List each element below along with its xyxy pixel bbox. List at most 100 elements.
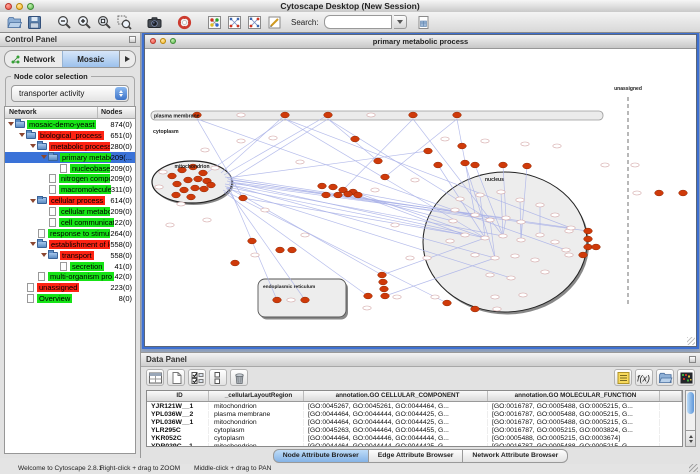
zoom-in-button[interactable]	[75, 13, 93, 31]
tree-expander-icon[interactable]	[29, 199, 37, 203]
table-icon	[148, 371, 163, 385]
column-header[interactable]: annotation.GO CELLULAR_COMPONENT	[304, 391, 488, 401]
table-cell: cytoplasm	[209, 435, 304, 442]
help-button[interactable]	[175, 13, 193, 31]
file-icon	[27, 283, 34, 292]
control-panel-title: Control Panel	[5, 35, 57, 44]
tree-row[interactable]: mosaic-demo-yeast874(0)	[5, 119, 135, 130]
file-icon	[49, 207, 56, 216]
tab-network-attribute-browser[interactable]: Network Attribute Browser	[463, 449, 568, 463]
network-canvas[interactable]: plasma membranecytoplasmmitochondrionnuc…	[145, 49, 696, 346]
network-graph[interactable]: plasma membranecytoplasmmitochondrionnuc…	[145, 49, 694, 346]
import-attributes-button[interactable]	[656, 369, 674, 386]
tab-node-attribute-browser[interactable]: Node Attribute Browser	[273, 449, 369, 463]
tree-row[interactable]: biological_process651(0)	[5, 130, 135, 141]
tree-row[interactable]: transport558(0)	[5, 250, 135, 261]
scrollbar-arrows[interactable]	[686, 430, 695, 446]
window-resize-grip[interactable]	[687, 337, 695, 345]
tree-row[interactable]: secretion41(0)	[5, 261, 135, 272]
tree-expander-icon[interactable]	[7, 122, 15, 126]
tree-row[interactable]: primary metabo209(...	[5, 152, 135, 163]
table-row[interactable]: YPL036W__1mitochondrion[GO:0044464, GO:0…	[147, 418, 682, 426]
tree-row-label: secretion	[70, 262, 104, 271]
tree-row[interactable]: nitrogen compo209(0)	[5, 173, 135, 184]
float-panel-icon[interactable]	[129, 36, 136, 43]
table-row[interactable]: YJR121W__1mitochondrion[GO:0045267, GO:0…	[147, 402, 682, 410]
tree-row[interactable]: multi-organism pro42(0)	[5, 271, 135, 282]
zoom-selected-button[interactable]	[115, 13, 133, 31]
column-header[interactable]: _cellularLayoutRegion	[209, 391, 304, 401]
tree-column-network[interactable]: Network	[5, 107, 98, 118]
network-window-titlebar[interactable]: primary metabolic process	[145, 35, 696, 49]
close-icon[interactable]	[150, 38, 156, 44]
app-resize-grip[interactable]	[689, 463, 698, 472]
maximize-icon[interactable]	[170, 38, 176, 44]
save-session-button[interactable]	[25, 13, 43, 31]
table-scrollbar[interactable]	[685, 390, 696, 447]
select-attributes-button[interactable]	[188, 369, 206, 386]
zoom-out-button[interactable]	[55, 13, 73, 31]
column-header[interactable]: ID	[147, 391, 209, 401]
tab-mosaic[interactable]: Mosaic	[62, 51, 120, 67]
minimize-icon[interactable]	[160, 38, 166, 44]
tree-expander-icon[interactable]	[40, 253, 48, 257]
search-dropdown-button[interactable]	[394, 15, 407, 29]
compartment-label: unassigned	[614, 86, 642, 92]
table-cell: [GO:0016787, GO:0005488, GO:0005215, G..…	[488, 411, 660, 418]
tree-row[interactable]: cell communicat22(0)	[5, 217, 135, 228]
node-color-dropdown-value: transporter activity	[12, 89, 115, 98]
search-input[interactable]	[324, 15, 392, 29]
tab-network[interactable]: Network	[5, 51, 62, 67]
attribute-browser-button[interactable]	[146, 369, 164, 386]
network-tree-header: Network Nodes	[5, 107, 135, 119]
tab-edge-attribute-browser[interactable]: Edge Attribute Browser	[369, 449, 464, 463]
table-cell: [GO:0044464, GO:0044444, GO:0044425, G..…	[304, 411, 488, 418]
layout-button-1[interactable]	[225, 13, 243, 31]
column-header[interactable]: annotation.GO MOLECULAR_FUNCTION	[488, 391, 660, 401]
tree-row[interactable]: response to stimul264(0)	[5, 228, 135, 239]
attribute-list-button[interactable]	[614, 369, 632, 386]
layout-button-2[interactable]	[245, 13, 263, 31]
tree-expander-icon[interactable]	[29, 144, 37, 148]
tree-column-nodes[interactable]: Nodes	[98, 107, 135, 118]
snapshot-button[interactable]	[145, 13, 163, 31]
new-attribute-button[interactable]	[167, 369, 185, 386]
folder-icon	[15, 121, 25, 128]
network-view-window[interactable]: primary metabolic process plasma membran…	[144, 34, 697, 347]
tree-row[interactable]: unassigned223(0)	[5, 282, 135, 293]
more-tabs-button[interactable]	[119, 51, 135, 67]
tree-row[interactable]: nucleobase-209(0)	[5, 163, 135, 174]
tree-row[interactable]: cellular process614(0)	[5, 195, 135, 206]
compartment-label: mitochondrion	[175, 164, 210, 170]
tree-row[interactable]: metabolic process280(0)	[5, 141, 135, 152]
tree-row-label: metabolic process	[49, 142, 110, 151]
tree-expander-icon[interactable]	[40, 155, 48, 159]
formula-builder-button[interactable]: f(x)	[635, 369, 653, 386]
import-button[interactable]	[415, 13, 433, 31]
tree-row[interactable]: cellular metabo209(0)	[5, 206, 135, 217]
vizmapper-button[interactable]	[205, 13, 223, 31]
status-zoom-hint: Right-click + drag to ZOOM	[100, 465, 180, 472]
data-panel: Data Panel f(	[141, 352, 700, 464]
node-color-dropdown[interactable]: transporter activity	[11, 85, 129, 102]
import-table-icon	[416, 15, 431, 30]
scrollbar-thumb[interactable]	[687, 392, 694, 414]
tree-row[interactable]: macromolecule311(0)	[5, 184, 135, 195]
tree-expander-icon[interactable]	[29, 242, 37, 246]
tree-row-label: multi-organism pro	[48, 272, 114, 281]
zoom-fit-button[interactable]	[95, 13, 113, 31]
float-panel-icon[interactable]	[689, 356, 696, 363]
table-row[interactable]: YKR052Ccytoplasm[GO:0044464, GO:0044446,…	[147, 434, 682, 442]
unselect-attributes-button[interactable]	[209, 369, 227, 386]
delete-attribute-button[interactable]	[230, 369, 248, 386]
annotation-button[interactable]	[265, 13, 283, 31]
tree-expander-icon[interactable]	[18, 133, 26, 137]
matrix-view-button[interactable]	[677, 369, 695, 386]
tree-row[interactable]: Overview8(0)	[5, 293, 135, 304]
table-row[interactable]: YPL036W__2plasma membrane[GO:0044464, GO…	[147, 410, 682, 418]
open-session-button[interactable]	[5, 13, 23, 31]
tree-row[interactable]: establishment of lo558(0)	[5, 239, 135, 250]
table-row[interactable]: YDR039C__1mitochondrion[GO:0044464, GO:0…	[147, 442, 682, 447]
table-row[interactable]: YLR295Ccytoplasm[GO:0045263, GO:0044464,…	[147, 426, 682, 434]
attribute-table[interactable]: ID_cellularLayoutRegionannotation.GO CEL…	[146, 390, 683, 447]
